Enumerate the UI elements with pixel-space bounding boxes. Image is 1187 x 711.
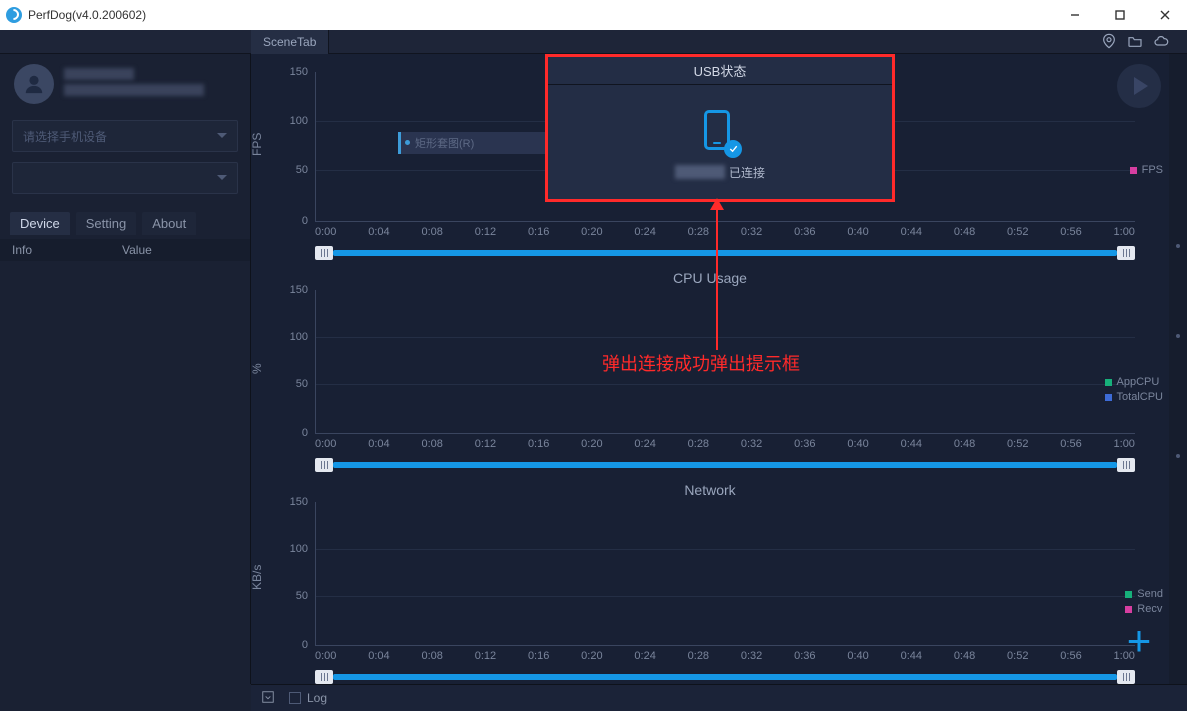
network-timeaxis: 0:000:040:080:120:160:200:240:280:320:36… — [315, 650, 1135, 662]
tab-device[interactable]: Device — [10, 212, 70, 235]
chevron-down-icon — [217, 175, 227, 180]
network-time-slider[interactable] — [315, 670, 1135, 684]
window-title: PerfDog(v4.0.200602) — [28, 8, 146, 22]
tab-strip: SceneTab — [0, 30, 1187, 54]
play-button[interactable] — [1117, 64, 1161, 108]
device-name-redacted — [675, 165, 725, 179]
maximize-button[interactable] — [1097, 0, 1142, 30]
fps-timeaxis: 0:000:040:080:120:160:200:240:280:320:36… — [315, 226, 1135, 238]
slider-track[interactable] — [333, 250, 1117, 256]
network-ylabel: KB/s — [251, 565, 264, 590]
log-toggle[interactable]: Log — [289, 691, 327, 705]
app-dropdown[interactable] — [12, 162, 238, 194]
slider-handle-left[interactable] — [315, 458, 333, 472]
usb-status-modal: USB状态 已连接 — [545, 54, 895, 202]
cpu-legend: AppCPU TotalCPU — [1105, 376, 1163, 403]
slider-handle-right[interactable] — [1117, 670, 1135, 684]
network-legend: Send Recv — [1125, 588, 1163, 615]
user-detail-redacted — [64, 84, 204, 96]
phone-connected-icon — [702, 110, 738, 154]
titlebar: PerfDog(v4.0.200602) — [0, 0, 1187, 30]
cpu-ylabel: % — [251, 363, 264, 374]
collapse-icon[interactable] — [261, 690, 275, 707]
play-icon — [1134, 77, 1148, 95]
device-dropdown-placeholder: 请选择手机设备 — [23, 128, 107, 145]
folder-icon[interactable] — [1127, 33, 1143, 52]
col-value: Value — [122, 243, 152, 257]
slider-track[interactable] — [333, 674, 1117, 680]
cpu-title: CPU Usage — [251, 270, 1169, 286]
app-logo-icon — [6, 7, 22, 23]
modal-title: USB状态 — [548, 57, 892, 85]
network-plot[interactable]: 150 100 50 0 — [315, 502, 1135, 646]
close-button[interactable] — [1142, 0, 1187, 30]
add-chart-button[interactable]: + — [1121, 623, 1157, 659]
slider-handle-left[interactable] — [315, 670, 333, 684]
cpu-time-slider[interactable] — [315, 458, 1135, 472]
minimize-button[interactable] — [1052, 0, 1097, 30]
sidebar: 请选择手机设备 Device Setting About Info Value — [0, 54, 251, 684]
avatar[interactable] — [14, 64, 54, 104]
annotation-line — [716, 200, 718, 350]
fps-ylabel: FPS — [251, 133, 264, 156]
network-title: Network — [251, 482, 1169, 498]
tab-about[interactable]: About — [142, 212, 196, 235]
cpu-timeaxis: 0:000:040:080:120:160:200:240:280:320:36… — [315, 438, 1135, 450]
tab-setting[interactable]: Setting — [76, 212, 136, 235]
info-header: Info Value — [0, 239, 250, 261]
annotation-text: 弹出连接成功弹出提示框 — [602, 350, 800, 376]
device-dropdown[interactable]: 请选择手机设备 — [12, 120, 238, 152]
slider-handle-right[interactable] — [1117, 458, 1135, 472]
slider-track[interactable] — [333, 462, 1117, 468]
modal-message: 已连接 — [675, 164, 765, 181]
user-name-redacted — [64, 68, 134, 80]
sidebar-tabs: Device Setting About — [10, 212, 240, 235]
network-chart: Network KB/s 150 100 50 0 0:000:040:080:… — [251, 478, 1169, 684]
location-icon[interactable] — [1101, 33, 1117, 52]
fps-time-slider[interactable] — [315, 246, 1135, 260]
slider-handle-right[interactable] — [1117, 246, 1135, 260]
slider-handle-left[interactable] — [315, 246, 333, 260]
col-info: Info — [12, 243, 122, 257]
user-row — [0, 58, 250, 110]
check-icon — [724, 140, 742, 158]
scene-tab[interactable]: SceneTab — [251, 30, 329, 54]
checkbox-icon — [289, 692, 301, 704]
chevron-down-icon — [217, 133, 227, 138]
fps-legend: FPS — [1130, 164, 1163, 176]
cloud-icon[interactable] — [1153, 33, 1169, 52]
bottom-bar: Log — [251, 684, 1187, 711]
vertical-scrollbar[interactable] — [1169, 54, 1187, 684]
